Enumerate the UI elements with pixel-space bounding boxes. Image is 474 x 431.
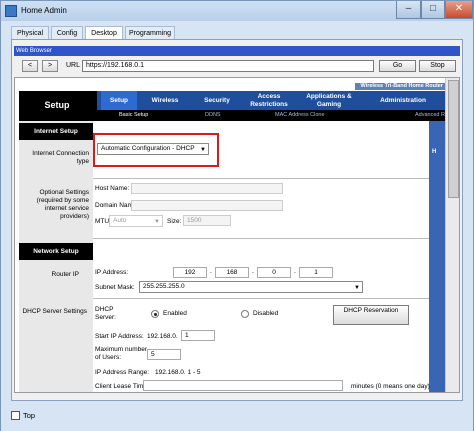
close-icon[interactable]: ✕ [445,1,473,19]
lease-time-unit: minutes (0 means one day) [351,383,430,390]
lease-time-input[interactable] [143,380,343,391]
vertical-scrollbar[interactable] [445,78,459,392]
window-title: Home Admin [21,6,67,15]
start-ip-label: Start IP Address: [95,333,144,340]
bottom-bar: Top [1,403,473,431]
optional-settings-label: Optional Settings (required by some inte… [36,189,89,220]
mtu-select[interactable]: Auto ▼ [109,215,163,227]
start-ip-prefix: 192.168.0. [147,333,178,340]
go-button[interactable]: Go [379,60,416,72]
tab-physical[interactable]: Physical [11,26,49,40]
menu-security[interactable]: Security [193,91,241,110]
browser-viewport: Wireless Tri-Band Home Router Setup Setu… [14,77,460,393]
maximize-icon[interactable]: □ [421,1,445,19]
web-browser-title: Web Browser [14,46,460,56]
dhcp-enabled-radio[interactable] [151,310,159,318]
submenu-mac-clone[interactable]: MAC Address Clone [275,112,325,118]
host-name-input[interactable] [131,183,283,194]
ip-range-label: IP Address Range: [95,369,150,376]
browser-toolbar: < > URL https://192.168.0.1 Go Stop [14,57,460,75]
url-label: URL [66,62,81,69]
url-input[interactable]: https://192.168.0.1 [82,60,374,72]
forward-button[interactable]: > [42,60,58,72]
size-label: Size: [167,218,182,225]
router-menu: Setup Wireless Security Access Restricti… [97,91,445,110]
dhcp-reservation-button[interactable]: DHCP Reservation [333,305,409,325]
dhcp-server-label: DHCP Server: [95,306,116,321]
menu-wireless[interactable]: Wireless [141,91,189,110]
network-setup-heading: Network Setup [19,243,93,260]
router-ip-label: Router IP [51,271,79,278]
ip-address-label: IP Address: [95,269,129,276]
divider [93,238,429,239]
app-window: Home Admin – □ ✕ Physical Config Desktop… [0,0,474,431]
start-ip-input[interactable]: 1 [181,330,215,341]
dhcp-settings-label: DHCP Server Settings [22,308,87,315]
ip-octet-3[interactable]: 0 [257,267,291,278]
stop-button[interactable]: Stop [419,60,456,72]
max-users-label: Maximum number of Users: [95,346,148,361]
mtu-value: Auto [113,217,127,224]
app-icon [5,5,17,17]
submenu-advanced[interactable]: Advanced R [415,112,445,118]
max-users-input[interactable]: 5 [147,349,181,360]
router-banner: Wireless Tri-Band Home Router [355,83,445,90]
connection-type-value: Automatic Configuration - DHCP [101,145,195,152]
dhcp-disabled-label: Disabled [253,310,279,317]
title-bar: Home Admin – □ ✕ [1,1,473,21]
top-label: Top [23,411,36,420]
ip-octet-2[interactable]: 168 [215,267,249,278]
domain-name-input[interactable] [131,200,283,211]
divider [93,298,429,299]
back-button[interactable]: < [22,60,38,72]
ip-range-value: 192.168.0. 1 - 5 [155,369,201,376]
size-input[interactable]: 1500 [183,215,231,226]
menu-access-restrictions[interactable]: Access Restrictions [245,91,293,110]
menu-applications-gaming[interactable]: Applications & Gaming [297,91,361,110]
lease-time-label: Client Lease Time: [95,383,149,390]
ip-octet-1[interactable]: 192 [173,267,207,278]
dhcp-enabled-label: Enabled [163,310,187,317]
page-title: Setup [19,91,95,121]
host-name-label: Host Name: [95,185,130,192]
chevron-down-icon: ▼ [354,285,360,291]
scroll-thumb[interactable] [448,80,459,198]
tab-config[interactable]: Config [51,26,83,40]
chevron-down-icon: ▼ [200,147,206,153]
connection-type-select[interactable]: Automatic Configuration - DHCP ▼ [97,143,209,155]
top-checkbox[interactable] [11,411,20,420]
subnet-mask-select[interactable]: 255.255.255.0 ▼ [139,281,363,293]
submenu-basic-setup[interactable]: Basic Setup [119,112,148,118]
help-strip: H [429,121,445,392]
ip-octet-4[interactable]: 1 [299,267,333,278]
chevron-down-icon: ▼ [154,219,160,225]
submenu-ddns[interactable]: DDNS [205,112,221,118]
ip-dot: . [252,268,254,275]
minimize-icon[interactable]: – [396,1,421,19]
menu-setup[interactable]: Setup [101,91,137,110]
divider [93,178,429,179]
ip-dot: . [210,268,212,275]
menu-administration[interactable]: Administration [367,91,439,110]
connection-type-label: Internet Connection type [32,150,89,165]
dhcp-disabled-radio[interactable] [241,310,249,318]
ip-dot: . [294,268,296,275]
router-submenu: Basic Setup DDNS MAC Address Clone Advan… [97,110,445,121]
tab-programming[interactable]: Programming [125,26,175,40]
subnet-mask-label: Subnet Mask: [95,284,135,291]
internet-setup-heading: Internet Setup [19,123,93,140]
subnet-mask-value: 255.255.255.0 [143,283,185,290]
